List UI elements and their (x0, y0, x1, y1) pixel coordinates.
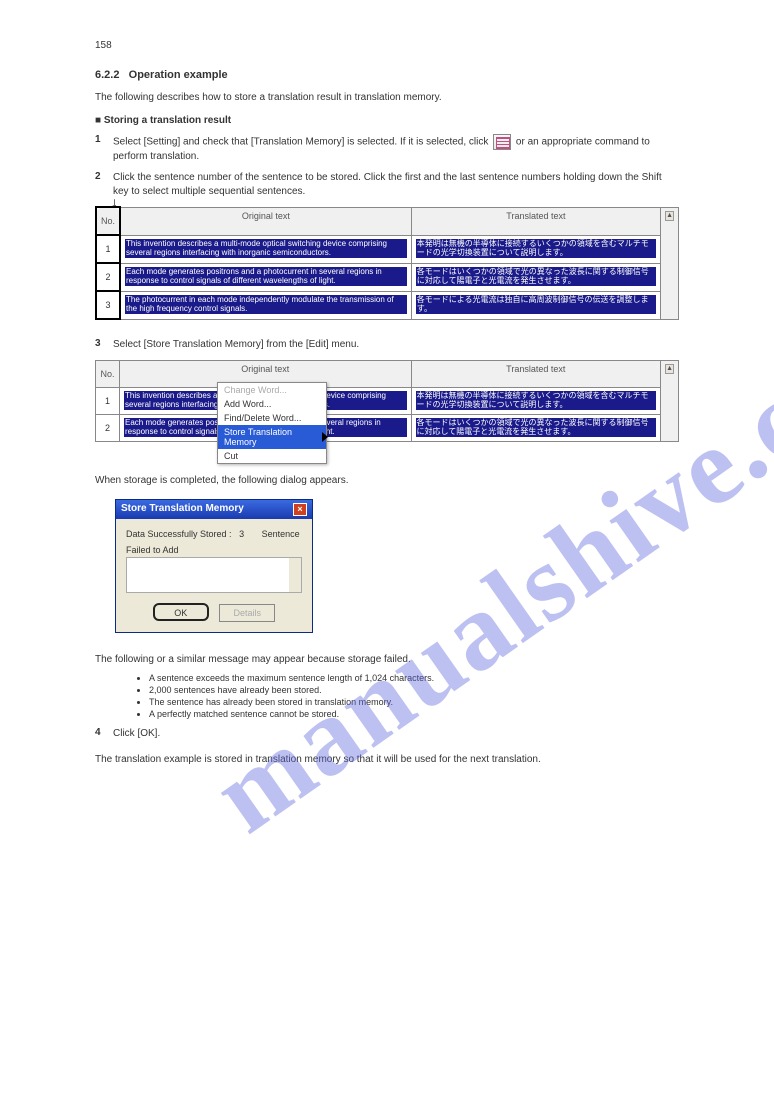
step2-text: Click the sentence number of the sentenc… (113, 171, 679, 198)
menu-store-translation-memory[interactable]: Store Translation Memory (218, 425, 326, 449)
context-menu: Change Word... Add Word... Find/Delete W… (217, 382, 327, 464)
table-1-wrapper: ↓ No. Original text Translated text ▲ 1 … (95, 206, 679, 320)
stored-count: 3 (239, 529, 244, 539)
table-row[interactable]: 1 This invention describes a multi-mode … (96, 235, 679, 263)
table-row[interactable]: 3 The photocurrent in each mode independ… (96, 291, 679, 319)
subsection-a: ■ Storing a translation result (95, 115, 679, 126)
translate-icon[interactable] (493, 134, 511, 150)
header-original: Original text (120, 207, 411, 235)
failed-listbox[interactable] (126, 557, 302, 593)
header-no: No. (96, 360, 120, 387)
row-number[interactable]: 1 (96, 235, 120, 263)
arrow-icon: ↓ (111, 194, 118, 210)
step-3: 3 Select [Store Translation Memory] from… (95, 338, 679, 352)
header-translated: Translated text (411, 207, 660, 235)
failed-label: Failed to Add (126, 545, 302, 555)
table-2-wrapper: No. Original text Translated text ▲ 1 Th… (95, 360, 679, 442)
note-item: A perfectly matched sentence cannot be s… (149, 709, 679, 719)
section-number: 6.2.2 (95, 69, 119, 81)
original-cell: Each mode generates positrons and a phot… (120, 263, 411, 291)
step-2: 2 Click the sentence number of the sente… (95, 171, 679, 198)
translated-cell: 各モードはいくつかの領域で光の異なった波長に関する制御信号に対応して陽電子と光電… (411, 414, 661, 441)
ok-button[interactable]: OK (153, 603, 209, 621)
table-row[interactable]: 2 Each mode generates positrons and a ph… (96, 263, 679, 291)
menu-add-word[interactable]: Add Word... (218, 397, 326, 411)
scroll-up-icon[interactable]: ▲ (665, 211, 674, 221)
close-icon[interactable]: × (293, 503, 307, 516)
translation-table-1: No. Original text Translated text ▲ 1 Th… (95, 206, 679, 320)
page-number: 158 (95, 40, 679, 51)
translation-table-2: No. Original text Translated text ▲ 1 Th… (95, 360, 679, 442)
closing-text: The translation example is stored in tra… (95, 754, 679, 765)
original-cell: The photocurrent in each mode independen… (120, 291, 411, 319)
translated-cell: 各モードはいくつかの領域で光の異なった波長に関する制御信号に対応して陽電子と光電… (411, 263, 660, 291)
translated-cell: 各モードによる光電流は独自に高周波制御信号の伝送を調整します。 (411, 291, 660, 319)
menu-find-delete-word[interactable]: Find/Delete Word... (218, 411, 326, 425)
original-cell: This invention describes a multi-mode op… (120, 235, 411, 263)
section-heading: Operation example (129, 69, 228, 81)
dialog-title-text: Store Translation Memory (121, 503, 244, 516)
after-menu-text: When storage is completed, the following… (95, 474, 679, 488)
step-4: 4 Click [OK]. (95, 727, 679, 741)
listbox-scrollbar[interactable] (289, 558, 301, 592)
intro-text: The following describes how to store a t… (95, 91, 679, 105)
row-number[interactable]: 1 (96, 387, 120, 414)
header-no: No. (96, 207, 120, 235)
step4-text: Click [OK]. (113, 727, 160, 741)
translated-cell: 本発明は無機の半導体に接続するいくつかの領域を含むマルチモードの光学切換装置につ… (411, 235, 660, 263)
row-number[interactable]: 2 (96, 263, 120, 291)
scrollbar[interactable]: ▲ (661, 207, 679, 319)
store-dialog: Store Translation Memory × Data Successf… (115, 499, 313, 633)
table-row[interactable]: 1 This invention describes a multi-mode … (96, 387, 679, 414)
dialog-titlebar: Store Translation Memory × (116, 500, 312, 519)
stored-unit: Sentence (262, 529, 300, 539)
note-item: A sentence exceeds the maximum sentence … (149, 673, 679, 683)
section-title: 6.2.2 Operation example (95, 69, 679, 81)
step-number: 3 (95, 338, 113, 352)
translated-cell: 本発明は無機の半導体に接続するいくつかの領域を含むマルチモードの光学切換装置につ… (411, 387, 661, 414)
step1-before: Select [Setting] and check that [Transla… (113, 136, 491, 147)
row-number[interactable]: 2 (96, 414, 120, 441)
notes-list: A sentence exceeds the maximum sentence … (109, 673, 679, 719)
scroll-up-icon[interactable]: ▲ (665, 364, 674, 374)
row-number[interactable]: 3 (96, 291, 120, 319)
stored-row: Data Successfully Stored : 3 Sentence (126, 529, 302, 539)
stored-label: Data Successfully Stored : (126, 529, 232, 539)
step3-text: Select [Store Translation Memory] from t… (113, 338, 359, 352)
step-1: 1 Select [Setting] and check that [Trans… (95, 134, 679, 164)
table-row[interactable]: 2 Each mode generates positrons and a ph… (96, 414, 679, 441)
note-item: The sentence has already been stored in … (149, 697, 679, 707)
note-item: 2,000 sentences have already been stored… (149, 685, 679, 695)
scrollbar[interactable]: ▲ (661, 360, 679, 441)
details-button: Details (219, 604, 275, 622)
notes-intro: The following or a similar message may a… (95, 653, 679, 667)
step-number: 1 (95, 134, 113, 164)
header-translated: Translated text (411, 360, 661, 387)
step-number: 4 (95, 727, 113, 741)
menu-cut[interactable]: Cut (218, 449, 326, 463)
menu-change-word: Change Word... (218, 383, 326, 397)
